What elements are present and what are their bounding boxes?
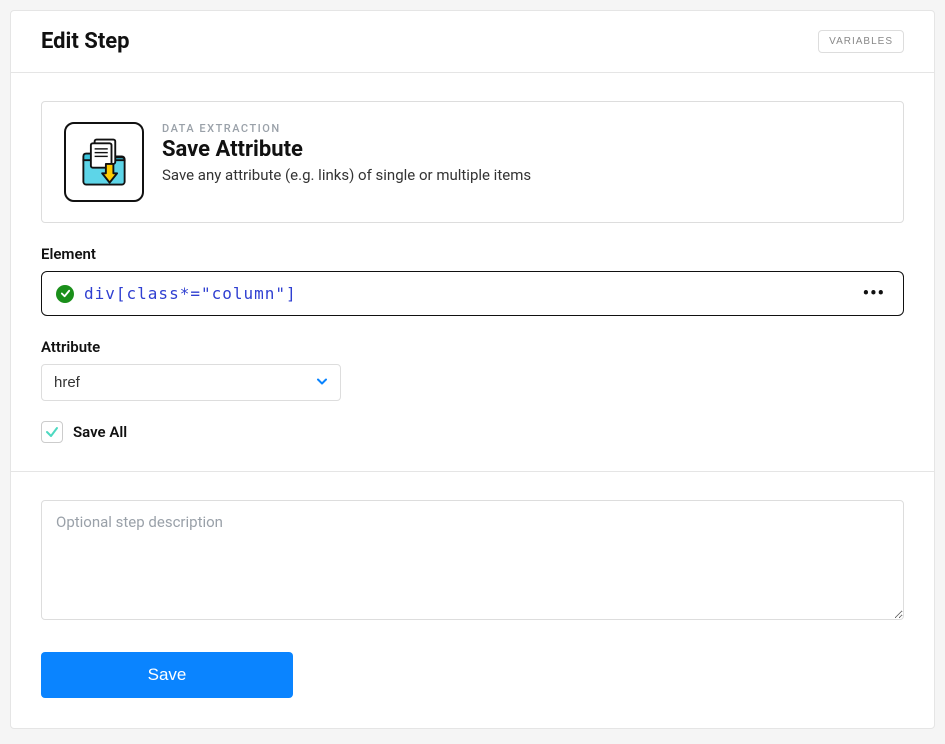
- save-attribute-icon: [64, 122, 144, 202]
- variables-button[interactable]: VARIABLES: [818, 30, 904, 53]
- attribute-select[interactable]: href: [41, 364, 341, 401]
- save-all-checkbox[interactable]: [41, 421, 63, 443]
- save-all-label: Save All: [73, 423, 127, 441]
- panel-header: Edit Step VARIABLES: [11, 11, 934, 73]
- edit-step-panel: Edit Step VARIABLES: [10, 10, 935, 729]
- attribute-group: Attribute href: [41, 338, 904, 401]
- page-title: Edit Step: [41, 29, 130, 54]
- save-button[interactable]: Save: [41, 652, 293, 698]
- step-type-card: DATA EXTRACTION Save Attribute Save any …: [41, 101, 904, 223]
- element-more-button[interactable]: •••: [859, 285, 889, 303]
- attribute-label: Attribute: [41, 338, 904, 356]
- bottom-section: Save: [11, 472, 934, 728]
- step-title: Save Attribute: [162, 137, 531, 162]
- valid-check-icon: [56, 285, 74, 303]
- panel-body: DATA EXTRACTION Save Attribute Save any …: [11, 73, 934, 472]
- step-category: DATA EXTRACTION: [162, 122, 531, 135]
- element-label: Element: [41, 245, 904, 263]
- step-meta: DATA EXTRACTION Save Attribute Save any …: [162, 122, 531, 184]
- element-input[interactable]: div[class*="column"] •••: [41, 271, 904, 316]
- element-group: Element div[class*="column"] •••: [41, 245, 904, 316]
- description-textarea[interactable]: [41, 500, 904, 620]
- element-selector-text: div[class*="column"]: [84, 284, 849, 303]
- save-all-row: Save All: [41, 421, 904, 443]
- step-description: Save any attribute (e.g. links) of singl…: [162, 166, 531, 184]
